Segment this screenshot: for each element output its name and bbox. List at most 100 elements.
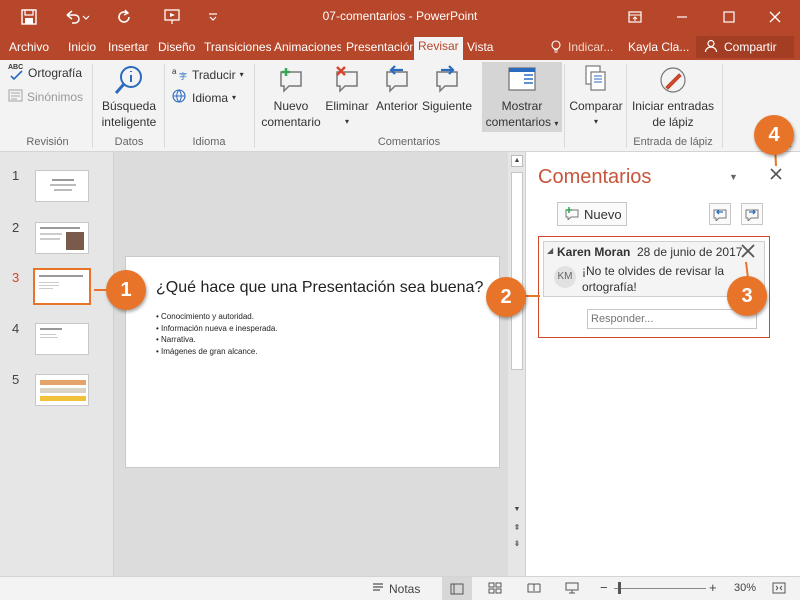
smart-lookup-icon <box>96 64 162 98</box>
zoom-level[interactable]: 30% <box>734 582 756 594</box>
group-label-idioma: Idioma <box>192 136 226 148</box>
vertical-scrollbar[interactable]: ▲ ▼ ⇞ ⇟ <box>508 152 526 576</box>
new-comment-icon <box>564 206 580 223</box>
dropdown-arrow-icon: ▾ <box>344 117 349 126</box>
zoom-out-icon[interactable]: − <box>600 580 608 595</box>
zoom-slider-thumb[interactable] <box>618 582 621 594</box>
slideshow-icon[interactable] <box>565 582 579 597</box>
tab-revisar[interactable]: Revisar <box>414 37 463 60</box>
slide-canvas[interactable]: ¿Qué hace que una Presentación sea buena… <box>125 256 500 468</box>
smart-lookup-label-line1: Búsqueda <box>101 99 157 113</box>
tab-animaciones[interactable]: Animaciones <box>271 38 341 60</box>
pane-options-icon[interactable]: ▼ <box>729 172 738 182</box>
new-comment-pane-button[interactable]: Nuevo <box>557 202 627 226</box>
tab-vista[interactable]: Vista <box>464 38 496 60</box>
fit-to-window-icon[interactable] <box>772 582 786 597</box>
status-bar: Notas − + 30% <box>0 576 800 600</box>
tab-inicio[interactable]: Inicio <box>65 38 99 60</box>
slide-bullet: • Imágenes de gran alcance. <box>156 346 258 356</box>
new-comment-button[interactable]: Nuevo comentario <box>258 64 324 130</box>
spelling-button[interactable]: ABC Ortografía <box>8 64 82 80</box>
show-comments-label-line1: Mostrar <box>501 99 543 113</box>
callout-badge-4: 4 <box>754 115 794 155</box>
tell-me-input[interactable]: Indicar... <box>565 38 616 60</box>
new-comment-pane-label: Nuevo <box>584 206 622 222</box>
ribbon-display-options-icon[interactable] <box>613 0 657 34</box>
thesaurus-button[interactable]: Sinónimos <box>8 89 83 105</box>
show-comments-button[interactable]: Mostrar comentarios ▾ <box>482 62 562 132</box>
scroll-thumb[interactable] <box>511 172 523 370</box>
translate-icon: a字 <box>172 66 188 83</box>
reading-view-icon[interactable] <box>527 582 541 597</box>
next-slide-icon[interactable]: ⇟ <box>511 538 523 550</box>
slide-bullet-list[interactable]: • Conocimiento y autoridad. • Informació… <box>156 311 278 357</box>
share-button[interactable]: Compartir <box>696 36 794 58</box>
share-label: Compartir <box>724 40 777 54</box>
svg-text:a: a <box>172 67 177 76</box>
slide-thumbnail-5[interactable] <box>35 374 89 406</box>
previous-slide-icon[interactable]: ⇞ <box>511 522 523 534</box>
language-button[interactable]: Idioma ▾ <box>172 89 236 106</box>
ribbon-divider <box>254 64 255 148</box>
previous-comment-pane-button[interactable] <box>709 203 731 225</box>
compare-button[interactable]: Comparar ▾ <box>566 64 626 130</box>
previous-comment-button[interactable]: Anterior <box>372 64 422 114</box>
smart-lookup-button[interactable]: Búsqueda inteligente <box>96 64 162 130</box>
slide-number: 5 <box>12 372 20 387</box>
person-icon <box>704 39 718 56</box>
slide-thumbnail-1[interactable] <box>35 170 89 202</box>
start-inking-button[interactable]: Iniciar entradas de lápiz <box>628 64 718 130</box>
notes-button[interactable]: Notas <box>372 581 420 596</box>
collapse-thread-icon[interactable]: ◢ <box>547 246 553 255</box>
title-bar: 07-comentarios - PowerPoint <box>0 0 800 34</box>
slide-number: 3 <box>12 270 20 285</box>
tab-archivo[interactable]: Archivo <box>6 38 52 60</box>
comment-date: 28 de junio de 2017 <box>637 245 743 259</box>
start-inking-label-line2: de lápiz <box>652 115 694 129</box>
maximize-icon[interactable] <box>707 0 751 34</box>
compare-label: Comparar <box>569 99 623 113</box>
slide-thumbnail-3-selected[interactable] <box>33 268 91 305</box>
notes-label: Notas <box>389 581 421 596</box>
delete-comment-icon[interactable] <box>740 243 756 262</box>
smart-lookup-label-line2: inteligente <box>101 115 157 129</box>
ribbon-divider <box>92 64 93 148</box>
user-name[interactable]: Kayla Cla... <box>625 38 692 60</box>
next-comment-button[interactable]: Siguiente <box>420 64 474 114</box>
delete-comment-icon <box>322 64 372 98</box>
reply-input[interactable] <box>588 310 756 328</box>
comments-pane-title: Comentarios <box>538 166 652 188</box>
close-window-icon[interactable] <box>753 0 797 34</box>
group-label-lapiz: Entrada de lápiz <box>633 136 713 148</box>
minimize-icon[interactable] <box>660 0 704 34</box>
thesaurus-label: Sinónimos <box>27 90 84 104</box>
zoom-slider[interactable] <box>614 588 706 589</box>
delete-comment-button[interactable]: Eliminar ▾ <box>322 64 372 130</box>
slide-number: 4 <box>12 321 20 336</box>
comment-text: ¡No te olvides de revisar la ortografía! <box>582 264 725 294</box>
zoom-in-icon[interactable]: + <box>709 580 717 595</box>
slide-thumbnail-2[interactable] <box>35 222 89 254</box>
close-pane-icon[interactable] <box>770 168 782 183</box>
normal-view-icon[interactable] <box>442 577 472 600</box>
slide-title[interactable]: ¿Qué hace que una Presentación sea buena… <box>156 279 483 297</box>
slide-number: 1 <box>12 168 20 183</box>
next-comment-icon <box>420 64 474 98</box>
slide-sorter-icon[interactable] <box>488 582 502 597</box>
next-comment-pane-button[interactable] <box>741 203 763 225</box>
tab-insertar[interactable]: Insertar <box>105 38 152 60</box>
previous-comment-icon <box>713 209 727 221</box>
scroll-down-icon[interactable]: ▼ <box>511 504 523 516</box>
show-comments-icon <box>482 64 562 98</box>
ribbon-divider <box>626 64 627 148</box>
new-comment-icon <box>258 64 324 98</box>
avatar: KM <box>554 266 576 288</box>
slide-bullet: • Información nueva e inesperada. <box>156 323 278 333</box>
tab-transiciones[interactable]: Transiciones <box>201 38 271 60</box>
translate-button[interactable]: a字 Traducir ▾ <box>172 66 244 83</box>
tab-diseno[interactable]: Diseño <box>155 38 198 60</box>
scroll-up-icon[interactable]: ▲ <box>511 155 523 167</box>
slide-thumbnail-4[interactable] <box>35 323 89 355</box>
tab-presentacion[interactable]: Presentación <box>343 38 413 60</box>
translate-label: Traducir <box>192 67 236 82</box>
